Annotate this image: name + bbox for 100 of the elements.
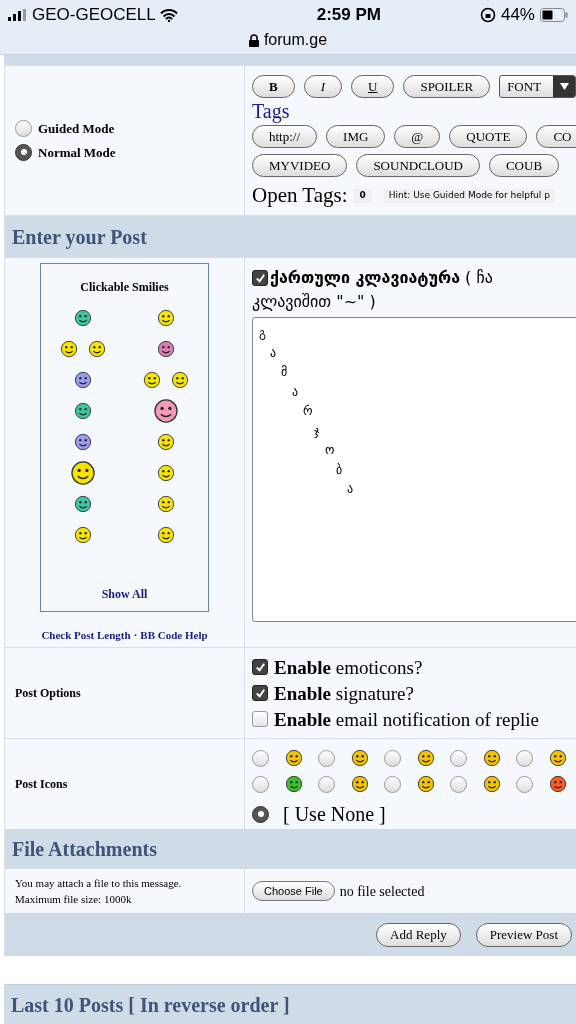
signal-icon	[8, 9, 28, 21]
file-status: no file selected	[339, 882, 425, 901]
use-none-label[interactable]: [ Use None ]	[283, 799, 386, 829]
smilies-title: Clickable Smilies	[80, 279, 169, 296]
radio-button[interactable]	[450, 775, 467, 793]
radio-button[interactable]	[252, 805, 269, 823]
smiley-icon[interactable]	[73, 494, 92, 513]
row-label: Post Icons	[15, 776, 68, 793]
action-button[interactable]: Preview Post	[475, 922, 572, 947]
format-button[interactable]: I	[303, 75, 342, 98]
tag-button[interactable]: @	[394, 125, 441, 148]
smiley-icon[interactable]	[73, 432, 92, 451]
section-title: File Attachments	[12, 837, 157, 862]
rotation-lock-icon	[479, 7, 496, 23]
smiley-icon[interactable]	[73, 525, 92, 544]
smiley-icon[interactable]	[157, 463, 176, 482]
open-tags-count: 0	[353, 189, 372, 203]
smiley-icon[interactable]	[73, 308, 92, 327]
checkbox[interactable]	[252, 270, 268, 286]
checkbox[interactable]	[252, 711, 268, 727]
smiley-icon[interactable]	[483, 749, 501, 767]
smiley-icon[interactable]	[483, 775, 501, 793]
radio-button[interactable]	[252, 749, 269, 767]
radio-button[interactable]	[384, 775, 401, 793]
smiley-icon[interactable]	[285, 775, 303, 793]
smiley-icon[interactable]	[417, 775, 435, 793]
smiley-icon[interactable]	[351, 775, 369, 793]
text-line: გ	[259, 326, 266, 340]
row-label: Post Options	[15, 685, 81, 702]
choose-file-button[interactable]: Choose File	[252, 881, 335, 901]
smiley-icon[interactable]	[417, 749, 435, 767]
tag-button[interactable]: QUOTE	[449, 125, 528, 148]
radio-button[interactable]	[15, 143, 32, 161]
radio-button[interactable]	[252, 775, 269, 793]
clock-time: 2:59 PM	[316, 4, 381, 27]
check-icon	[254, 687, 266, 699]
format-button[interactable]: SPOILER	[403, 75, 491, 98]
format-button[interactable]: U	[351, 75, 395, 98]
tag-button[interactable]: http://	[252, 125, 318, 148]
smiley-icon[interactable]	[549, 749, 567, 767]
text-line: რ	[303, 404, 313, 418]
smiley-icon[interactable]	[157, 339, 176, 358]
tag-button[interactable]: SOUNDCLOUD	[356, 154, 480, 177]
radio-button[interactable]	[384, 749, 401, 767]
font-dropdown[interactable]: FONT	[499, 75, 576, 98]
smiley-icon[interactable]	[157, 432, 176, 451]
attachment-limit: Maximum file size: 1000k	[15, 892, 133, 907]
tag-button[interactable]: IMG	[326, 125, 386, 148]
smiley-icon[interactable]	[157, 494, 176, 513]
radio-button[interactable]	[318, 749, 335, 767]
show-all-link[interactable]: Show All	[101, 585, 148, 603]
separator-dot: ·	[133, 628, 138, 643]
battery-icon	[540, 8, 568, 22]
keyboard-toggle-label: ქართული კლავიატურა ( ჩა	[270, 267, 493, 289]
smiley-icon[interactable]	[59, 339, 78, 358]
option-label[interactable]: Enable emoticons?	[274, 655, 423, 679]
text-line: ბ	[336, 462, 343, 477]
format-button[interactable]: B	[252, 75, 295, 98]
smiley-icon[interactable]	[157, 525, 176, 544]
text-line: მ	[281, 365, 288, 379]
smiley-icon[interactable]	[157, 308, 176, 327]
check-icon	[254, 661, 266, 673]
action-button[interactable]: Add Reply	[376, 922, 461, 947]
bb-code-help-link[interactable]: BB Code Help	[140, 627, 208, 644]
radio-button[interactable]	[516, 749, 533, 767]
check-length-link[interactable]: Check Post Length	[41, 627, 131, 644]
smiley-icon[interactable]	[351, 749, 369, 767]
radio-button[interactable]	[15, 120, 32, 138]
hint-text: Hint: Use Guided Mode for helpful p	[383, 189, 555, 203]
text-line: ჯ	[314, 423, 320, 438]
radio-button[interactable]	[516, 775, 533, 793]
tag-button[interactable]: COUB	[488, 154, 560, 177]
smiley-icon[interactable]	[171, 370, 190, 389]
smiley-icon[interactable]	[143, 370, 162, 389]
smiley-icon[interactable]	[73, 370, 92, 389]
text-line: ა	[292, 384, 299, 399]
option-label[interactable]: Enable signature?	[274, 681, 414, 705]
checkbox[interactable]	[252, 659, 268, 675]
smiley-icon[interactable]	[87, 339, 106, 358]
smiley-icon[interactable]	[285, 749, 303, 767]
tag-button[interactable]: MYVIDEO	[252, 154, 348, 177]
section-title: Last 10 Posts [ In reverse order ]	[11, 992, 290, 1018]
smiley-icon[interactable]	[549, 775, 567, 793]
check-icon	[254, 272, 266, 284]
radio-button[interactable]	[318, 775, 335, 793]
wifi-icon	[159, 8, 178, 22]
text-line: ა	[270, 345, 277, 360]
checkbox[interactable]	[252, 685, 268, 701]
radio-button[interactable]	[450, 749, 467, 767]
option-label[interactable]: Enable email notification of replie	[274, 707, 539, 731]
text-line: ა	[347, 482, 354, 496]
section-title: Enter your Post	[12, 225, 147, 251]
tag-button[interactable]: CO	[536, 125, 576, 148]
tags-heading: Tags	[252, 99, 291, 123]
mode-label[interactable]: Guided Mode	[38, 119, 115, 139]
mode-label[interactable]: Normal Mode	[38, 142, 116, 162]
page-url[interactable]: forum.ge	[263, 28, 328, 52]
smiley-icon[interactable]	[73, 401, 92, 420]
open-tags-label: Open Tags:	[252, 182, 348, 209]
message-textarea[interactable]: გ ა მ ა რ ჯ ო ბ ა	[252, 317, 576, 622]
